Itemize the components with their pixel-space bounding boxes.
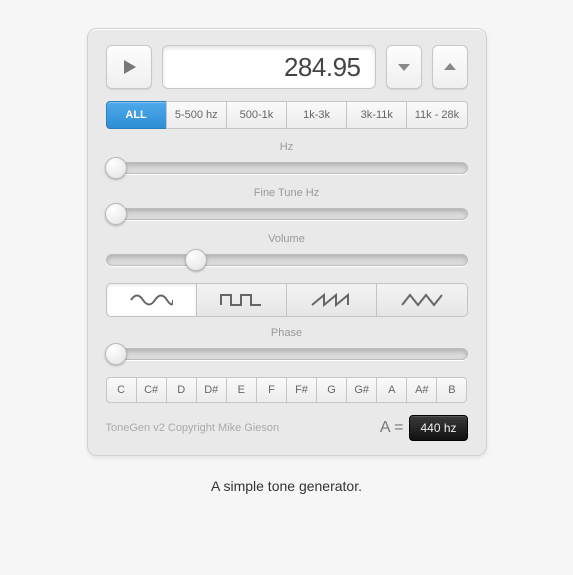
- phase-slider[interactable]: [106, 343, 468, 365]
- freq-up-button[interactable]: [432, 45, 468, 89]
- freq-down-button[interactable]: [386, 45, 422, 89]
- note-c[interactable]: C: [106, 377, 136, 403]
- range-tab-all[interactable]: ALL: [106, 101, 166, 129]
- phase-label: Phase: [106, 327, 468, 339]
- range-tab-1k-3k[interactable]: 1k-3k: [286, 101, 346, 129]
- phase-track: [106, 348, 468, 360]
- sine-icon: [129, 291, 173, 309]
- chevron-up-icon: [443, 62, 457, 72]
- note-c-sharp[interactable]: C#: [136, 377, 166, 403]
- range-tabs: ALL 5-500 hz 500-1k 1k-3k 3k-11k 11k - 2…: [106, 101, 468, 129]
- volume-track: [106, 254, 468, 266]
- note-g[interactable]: G: [316, 377, 346, 403]
- finetune-thumb[interactable]: [105, 203, 127, 225]
- range-tab-3k-11k[interactable]: 3k-11k: [346, 101, 406, 129]
- note-f[interactable]: F: [256, 377, 286, 403]
- phase-slider-block: Phase: [106, 327, 468, 365]
- finetune-slider[interactable]: [106, 203, 468, 225]
- note-e[interactable]: E: [226, 377, 256, 403]
- waveform-tabs: [106, 283, 468, 317]
- finetune-slider-block: Fine Tune Hz: [106, 187, 468, 225]
- hz-thumb[interactable]: [105, 157, 127, 179]
- note-b[interactable]: B: [436, 377, 467, 403]
- square-icon: [219, 291, 263, 309]
- note-d-sharp[interactable]: D#: [196, 377, 226, 403]
- phase-thumb[interactable]: [105, 343, 127, 365]
- wave-sawtooth[interactable]: [286, 283, 376, 317]
- range-tab-500-1k[interactable]: 500-1k: [226, 101, 286, 129]
- sawtooth-icon: [310, 291, 354, 309]
- top-controls: 284.95: [106, 45, 468, 89]
- note-a-sharp[interactable]: A#: [406, 377, 436, 403]
- note-row: C C# D D# E F F# G G# A A# B: [106, 377, 468, 403]
- triangle-icon: [400, 291, 444, 309]
- volume-label: Volume: [106, 233, 468, 245]
- finetune-track: [106, 208, 468, 220]
- a-equals-label: A =: [380, 419, 404, 437]
- frequency-display[interactable]: 284.95: [162, 45, 376, 89]
- wave-sine[interactable]: [106, 283, 196, 317]
- hz-slider[interactable]: [106, 157, 468, 179]
- wave-square[interactable]: [196, 283, 286, 317]
- volume-slider[interactable]: [106, 249, 468, 271]
- hz-track: [106, 162, 468, 174]
- note-g-sharp[interactable]: G#: [346, 377, 376, 403]
- note-a[interactable]: A: [376, 377, 406, 403]
- page-caption: A simple tone generator.: [211, 478, 362, 494]
- copyright-text: ToneGen v2 Copyright Mike Gieson: [106, 422, 280, 434]
- finetune-label: Fine Tune Hz: [106, 187, 468, 199]
- chevron-down-icon: [397, 62, 411, 72]
- a-equals-value[interactable]: 440 hz: [409, 415, 467, 441]
- range-tab-11k-28k[interactable]: 11k - 28k: [406, 101, 467, 129]
- tone-generator-panel: 284.95 ALL 5-500 hz 500-1k 1k-3k 3k-11k …: [87, 28, 487, 456]
- volume-thumb[interactable]: [185, 249, 207, 271]
- panel-footer: ToneGen v2 Copyright Mike Gieson A = 440…: [106, 415, 468, 441]
- volume-slider-block: Volume: [106, 233, 468, 271]
- note-d[interactable]: D: [166, 377, 196, 403]
- note-f-sharp[interactable]: F#: [286, 377, 316, 403]
- play-icon: [121, 59, 137, 75]
- a-equals: A = 440 hz: [380, 415, 468, 441]
- hz-label: Hz: [106, 141, 468, 153]
- wave-triangle[interactable]: [376, 283, 467, 317]
- play-button[interactable]: [106, 45, 152, 89]
- range-tab-5-500[interactable]: 5-500 hz: [166, 101, 226, 129]
- hz-slider-block: Hz: [106, 141, 468, 179]
